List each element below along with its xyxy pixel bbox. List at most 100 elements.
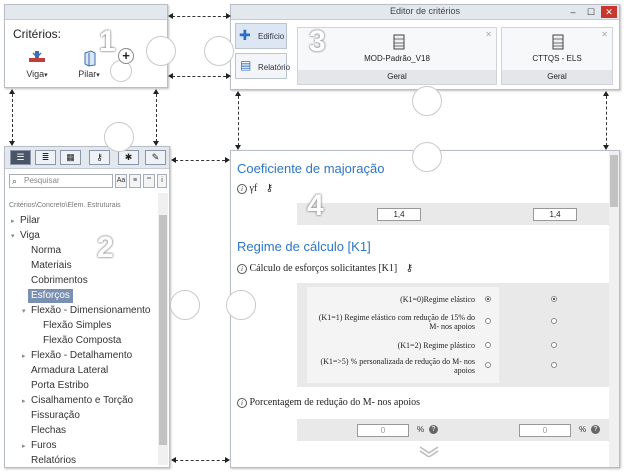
filter-button[interactable]: ≡ [129,174,141,188]
pen-icon[interactable]: ✎ [145,150,166,165]
option-radio[interactable] [551,342,557,348]
calc-param-row: i Cálculo de esforços solicitantes [K1] … [237,263,413,274]
criteria-card[interactable]: ✕ MOD-Padrão_V18 Geral [297,27,497,85]
list-view-icon[interactable]: ☰ [10,150,31,165]
gamma-label: γf [249,183,258,194]
tree-item[interactable]: Relatórios [31,454,76,467]
arrow-right-icon [225,457,230,463]
beam-tool-button[interactable]: Viga▾ [19,49,55,79]
expand-icon[interactable]: ▸ [22,395,31,409]
criteria-card[interactable]: ✕ CTTQS - ELS Geral [501,27,613,85]
tree-item[interactable]: Armadura Lateral [31,364,108,378]
quote-button[interactable]: ““ [143,174,155,188]
arrow-down-icon [9,141,15,146]
tree-item[interactable]: ▾ Flexão - Dimensionamento [22,304,151,318]
scrollbar-thumb[interactable] [159,215,167,445]
connector-line [238,96,239,146]
puzzle-connector [104,122,134,152]
add-icon[interactable]: + [118,48,134,64]
minimize-icon[interactable]: – [565,6,581,18]
tab-report[interactable]: ▤ Relatório [235,53,291,79]
gamma-value-field[interactable]: 1,4 [533,208,577,221]
tree-item[interactable]: Flechas [31,424,66,438]
info-icon[interactable]: i [237,183,247,194]
search-input[interactable]: ⌕ Pesquisar [9,174,113,188]
tree-item-selected[interactable]: Esforços [28,289,73,303]
expand-icon[interactable]: ▸ [22,350,31,364]
arrow-up-icon [9,89,15,94]
column-tool-label: Pilar [78,69,97,79]
option-radio[interactable] [551,318,557,324]
info-icon[interactable]: i [237,397,247,408]
grid-view-icon[interactable]: ▦ [60,150,81,165]
help-icon[interactable]: ? [429,425,438,434]
option-radio[interactable] [551,296,557,302]
expand-icon[interactable]: ▸ [11,215,20,229]
option-radio[interactable] [485,318,491,324]
detail-scrollbar[interactable] [609,151,619,467]
collapse-icon[interactable]: ▾ [22,305,31,319]
arrow-right-icon [226,13,231,19]
tab-report-label: Relatório [258,63,291,72]
option-radio[interactable] [551,362,557,368]
chevron-down-icon: ▾ [96,72,100,79]
connector-line [156,94,157,142]
tree-item[interactable]: ▸ Flexão - Detalhamento [22,349,132,363]
tree-item-label: Flexão - Dimensionamento [31,305,151,316]
scrollbar-thumb[interactable] [610,155,618,207]
calc-options-block: (K1=0)Regime elástico (K1=1) Regime elás… [297,283,609,387]
tree-item-label: Fissuração [31,410,80,421]
tree-item[interactable]: Porta Estribo [31,379,89,393]
info-button[interactable]: i [157,174,167,188]
reduction-value-field[interactable]: 0 [357,424,409,437]
tab-building[interactable]: ✚ Edifício [235,23,287,49]
connector-line [172,16,226,17]
puzzle-connector [146,36,176,66]
tree-item-label: Porta Estribo [31,380,89,391]
option-radio[interactable] [485,362,491,368]
close-icon[interactable]: ✕ [601,6,617,18]
tree-item[interactable]: ▸ Cisalhamento e Torção [22,394,133,408]
chevron-down-icon: ▾ [44,72,48,79]
tree-item[interactable]: ▾ Viga [11,229,40,243]
option-radio[interactable] [485,296,491,302]
help-icon[interactable]: ? [591,425,600,434]
option-radio[interactable] [485,342,491,348]
maximize-icon[interactable]: ☐ [583,6,599,18]
expand-icon[interactable]: ▸ [22,440,31,454]
close-icon[interactable]: ✕ [601,30,608,39]
collapse-icon[interactable]: ▾ [11,230,20,244]
match-case-button[interactable]: Aa [115,174,127,188]
tree-item[interactable]: Norma [31,244,61,258]
connector-line [172,76,226,77]
tree-item[interactable]: Flexão Composta [43,334,121,348]
tree-item[interactable]: ▸ Pilar [11,214,40,228]
reduction-value-field[interactable]: 0 [519,424,571,437]
key-icon[interactable]: ⚷ [89,150,110,165]
asterisk-icon[interactable]: ✱ [118,150,139,165]
puzzle-connector [412,142,442,172]
tree-toolbar: ☰ ≣ ▦ ⚷ ✱ ✎ [5,147,169,169]
tree-item-label: Pilar [20,215,41,226]
card-name: MOD-Padrão_V18 [364,54,430,63]
connector-line [175,460,225,461]
tree-item-label: Norma [31,245,62,256]
tree-item[interactable]: ▸ Furos [22,439,57,453]
step-number-4: 4 [307,189,324,222]
gamma-values-row: 1,4 1,4 [297,203,609,225]
search-icon: ⌕ [12,176,18,186]
tree-item[interactable]: Fissuração [31,409,80,423]
key-icon: ⚷ [405,263,414,274]
close-icon[interactable]: ✕ [485,30,492,39]
tree-item-label: Cisalhamento e Torção [31,395,134,406]
card-group: Geral [298,70,496,84]
gamma-value-field[interactable]: 1,4 [377,208,421,221]
tree-item[interactable]: Flexão Simples [43,319,111,333]
chevron-down-icon[interactable] [417,445,441,457]
tree-scrollbar[interactable] [158,193,168,465]
puzzle-connector [412,86,442,116]
tree-item[interactable]: Materiais [31,259,72,273]
tree-item[interactable]: Cobrimentos [31,274,88,288]
detail-view-icon[interactable]: ≣ [35,150,56,165]
info-icon[interactable]: i [237,263,247,274]
